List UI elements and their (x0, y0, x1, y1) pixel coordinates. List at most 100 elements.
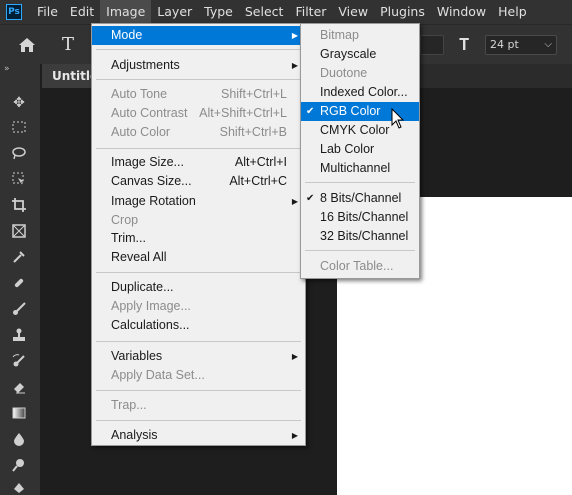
mode-item-color-table[interactable]: Color Table... (301, 257, 419, 276)
menu-item-auto-contrast[interactable]: Auto Contrast Alt+Shift+Ctrl+L (92, 104, 305, 123)
font-size-icon: 𝐓 (459, 35, 470, 54)
document-tab[interactable]: Untitled-1 (42, 64, 96, 88)
menu-file[interactable]: File (31, 0, 64, 24)
move-tool-icon[interactable]: ✥ (10, 94, 28, 112)
collapse-panel-icon[interactable]: » (4, 64, 10, 74)
menu-item-canvas-size[interactable]: Canvas Size... Alt+Ctrl+C (92, 172, 305, 191)
blur-tool-icon[interactable] (10, 432, 28, 450)
menu-item-shortcut: Alt+Shift+Ctrl+L (199, 106, 287, 120)
menu-item-shortcut: Shift+Ctrl+L (220, 87, 287, 101)
menu-item-label: Calculations... (111, 318, 190, 332)
menu-divider (96, 341, 301, 342)
frame-tool-icon[interactable] (10, 224, 28, 242)
marquee-tool-icon[interactable] (10, 120, 28, 138)
menu-item-auto-color[interactable]: Auto Color Shift+Ctrl+B (92, 123, 305, 142)
home-icon[interactable] (18, 37, 36, 53)
menu-item-label: 8 Bits/Channel (320, 191, 402, 205)
menu-item-mode[interactable]: Mode ▶ (92, 26, 305, 45)
gradient-tool-icon[interactable] (10, 406, 28, 424)
menu-divider (96, 79, 301, 80)
mode-item-bitmap[interactable]: Bitmap (301, 26, 419, 45)
menu-item-label: Duotone (320, 66, 368, 80)
submenu-arrow-icon: ▶ (291, 31, 298, 40)
font-size-value: 24 pt (490, 38, 519, 51)
font-size-field[interactable]: 24 pt ⌵ (485, 35, 557, 55)
menu-filter[interactable]: Filter (289, 0, 332, 24)
type-tool-icon[interactable]: T (62, 34, 74, 55)
mode-submenu: Bitmap Grayscale Duotone Indexed Color..… (300, 23, 420, 279)
menu-item-label: 16 Bits/Channel (320, 210, 409, 224)
menu-item-label: Image Rotation (111, 194, 196, 208)
menu-item-label: Trap... (111, 398, 147, 412)
menu-item-label: Apply Image... (111, 299, 191, 313)
chevron-down-icon[interactable]: ⌵ (544, 36, 552, 54)
menu-item-label: Analysis (111, 428, 158, 442)
object-selection-tool-icon[interactable] (10, 172, 28, 190)
menu-item-auto-tone[interactable]: Auto Tone Shift+Ctrl+L (92, 85, 305, 104)
menu-item-label: Auto Tone (111, 87, 168, 101)
menu-view[interactable]: View (332, 0, 374, 24)
menu-divider (305, 182, 415, 183)
menu-divider (96, 272, 301, 273)
submenu-arrow-icon: ▶ (291, 61, 298, 70)
menu-item-trim[interactable]: Trim... (92, 229, 305, 248)
menu-edit[interactable]: Edit (64, 0, 100, 24)
menu-item-shortcut: Alt+Ctrl+I (234, 155, 287, 169)
menu-window[interactable]: Window (431, 0, 492, 24)
history-brush-tool-icon[interactable] (10, 354, 28, 372)
menu-item-label: Image Size... (111, 155, 184, 169)
menu-item-label: Grayscale (320, 47, 377, 61)
menu-item-label: 32 Bits/Channel (320, 229, 409, 243)
menu-item-calculations[interactable]: Calculations... (92, 316, 305, 335)
menu-item-apply-data-set[interactable]: Apply Data Set... (92, 366, 305, 385)
mode-item-16-bits[interactable]: 16 Bits/Channel (301, 208, 419, 227)
menu-item-adjustments[interactable]: Adjustments ▶ (92, 56, 305, 75)
image-menu-dropdown: Mode ▶ Adjustments ▶ Auto Tone Shift+Ctr… (91, 23, 306, 446)
menu-item-label: Reveal All (111, 250, 167, 264)
photoshop-logo-icon[interactable]: Ps (6, 4, 22, 20)
mode-item-lab-color[interactable]: Lab Color (301, 140, 419, 159)
mode-item-duotone[interactable]: Duotone (301, 64, 419, 83)
menu-item-crop[interactable]: Crop (92, 211, 305, 230)
menu-plugins[interactable]: Plugins (374, 0, 431, 24)
menu-item-variables[interactable]: Variables ▶ (92, 347, 305, 366)
menu-image[interactable]: Image (100, 0, 152, 24)
menu-item-label: Canvas Size... (111, 174, 192, 188)
menu-divider (305, 250, 415, 251)
healing-brush-tool-icon[interactable] (10, 276, 28, 294)
menu-item-shortcut: Alt+Ctrl+C (229, 174, 287, 188)
menu-item-label: Auto Contrast (111, 106, 188, 120)
mode-item-indexed-color[interactable]: Indexed Color... (301, 83, 419, 102)
lasso-tool-icon[interactable] (10, 146, 28, 164)
menu-item-reveal-all[interactable]: Reveal All (92, 248, 305, 267)
eyedropper-tool-icon[interactable] (10, 250, 28, 268)
menu-select[interactable]: Select (239, 0, 290, 24)
crop-tool-icon[interactable] (10, 198, 28, 216)
menu-item-label: RGB Color (320, 104, 381, 118)
menu-item-label: Trim... (111, 231, 146, 245)
menu-type[interactable]: Type (198, 0, 239, 24)
menu-item-trap[interactable]: Trap... (92, 396, 305, 415)
menu-layer[interactable]: Layer (151, 0, 198, 24)
menu-item-label: Lab Color (320, 142, 375, 156)
menu-item-image-size[interactable]: Image Size... Alt+Ctrl+I (92, 153, 305, 172)
menu-help[interactable]: Help (492, 0, 533, 24)
dodge-tool-icon[interactable] (10, 458, 28, 476)
mode-item-8-bits[interactable]: ✔ 8 Bits/Channel (301, 189, 419, 208)
menu-item-label: Variables (111, 349, 163, 363)
font-style-dropdown[interactable] (420, 35, 444, 55)
mode-item-32-bits[interactable]: 32 Bits/Channel (301, 227, 419, 246)
brush-tool-icon[interactable] (10, 302, 28, 320)
eraser-tool-icon[interactable] (10, 380, 28, 398)
mode-item-multichannel[interactable]: Multichannel (301, 159, 419, 178)
menu-item-image-rotation[interactable]: Image Rotation ▶ (92, 192, 305, 211)
clone-stamp-tool-icon[interactable] (10, 328, 28, 346)
menu-item-label: Mode (111, 28, 143, 42)
menu-item-label: Duplicate... (111, 280, 174, 294)
menu-item-duplicate[interactable]: Duplicate... (92, 278, 305, 297)
menu-item-apply-image[interactable]: Apply Image... (92, 297, 305, 316)
submenu-arrow-icon: ▶ (291, 352, 298, 361)
pen-tool-icon[interactable] (10, 480, 28, 495)
mode-item-grayscale[interactable]: Grayscale (301, 45, 419, 64)
menu-item-analysis[interactable]: Analysis ▶ (92, 426, 305, 445)
